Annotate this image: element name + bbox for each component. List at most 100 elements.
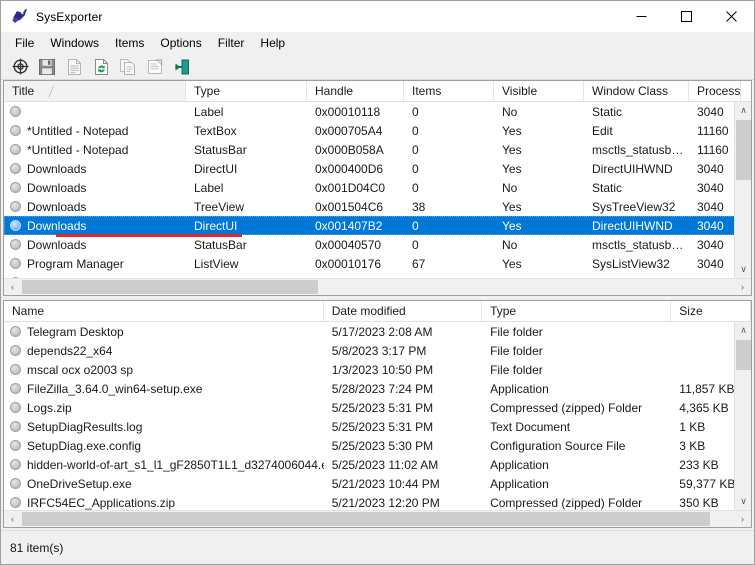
menu-file[interactable]: File xyxy=(7,34,42,53)
list-item[interactable]: SetupDiagResults.log 5/25/2023 5:31 PM T… xyxy=(4,417,751,436)
scroll-up-icon[interactable]: ∧ xyxy=(735,102,751,119)
toolbar xyxy=(1,54,754,80)
cell-date-modified: 5/21/2023 10:44 PM xyxy=(331,476,440,491)
cell-name: depends22_x64 xyxy=(27,343,113,358)
cell-type: StatusBar xyxy=(194,142,247,157)
column-header-process[interactable]: Process xyxy=(689,81,741,101)
list-item[interactable]: IRFC54EC_Applications.zip 5/21/2023 12:2… xyxy=(4,493,751,510)
file-item-icon xyxy=(10,326,21,337)
menu-options[interactable]: Options xyxy=(152,34,209,53)
maximize-button[interactable] xyxy=(664,1,709,32)
table-row[interactable]: *Untitled - Notepad TextBox 0x000705A4 0… xyxy=(4,121,751,140)
file-item-icon xyxy=(10,459,21,470)
cell-item-type: Configuration Source File xyxy=(490,438,626,453)
column-header-handle[interactable]: Handle xyxy=(307,81,404,101)
top-list-horizontal-scrollbar[interactable]: ‹ › xyxy=(4,278,751,295)
column-header-item-type[interactable]: Type xyxy=(482,301,672,321)
menu-filter[interactable]: Filter xyxy=(210,34,253,53)
cell-date-modified: 5/17/2023 2:08 AM xyxy=(331,324,433,339)
save-icon[interactable] xyxy=(36,56,58,78)
column-header-name[interactable]: Name xyxy=(4,301,324,321)
scroll-left-icon[interactable]: ‹ xyxy=(4,279,21,295)
scroll-up-icon[interactable]: ∧ xyxy=(735,322,751,339)
list-item[interactable]: depends22_x64 5/8/2023 3:17 PM File fold… xyxy=(4,341,751,360)
column-header-date-modified[interactable]: Date modified xyxy=(324,301,483,321)
list-item[interactable]: Telegram Desktop 5/17/2023 2:08 AM File … xyxy=(4,322,751,341)
table-row[interactable]: Downloads DirectUI 0x000400D6 0 Yes Dire… xyxy=(4,159,751,178)
cell-type: StatusBar xyxy=(194,237,247,252)
cell-window-class: DirectUIHWND xyxy=(592,218,673,233)
menu-windows[interactable]: Windows xyxy=(42,34,107,53)
cell-handle: 0x00010176 xyxy=(315,256,382,271)
cell-name: IRFC54EC_Applications.zip xyxy=(27,495,176,510)
scroll-right-icon[interactable]: › xyxy=(734,279,751,295)
table-row[interactable]: Downloads StatusBar 0x00040570 0 No msct… xyxy=(4,235,751,254)
cell-date-modified: 5/28/2023 7:24 PM xyxy=(331,381,434,396)
top-list-header: Title ╱ Type Handle Items Visible Window … xyxy=(4,81,751,102)
minimize-button[interactable] xyxy=(619,1,664,32)
cell-visible: Yes xyxy=(502,123,522,138)
list-item[interactable]: Logs.zip 5/25/2023 5:31 PM Compressed (z… xyxy=(4,398,751,417)
close-button[interactable] xyxy=(709,1,754,32)
list-item[interactable]: mscal ocx o2003 sp 1/3/2023 10:50 PM Fil… xyxy=(4,360,751,379)
list-item[interactable]: SetupDiag.exe.config 5/25/2023 5:30 PM C… xyxy=(4,436,751,455)
cell-visible: Yes xyxy=(502,199,522,214)
table-row[interactable]: Label 0x00010118 0 No Static 3040 xyxy=(4,102,751,121)
exit-icon[interactable] xyxy=(171,56,193,78)
column-header-title[interactable]: Title ╱ xyxy=(4,81,186,101)
cell-title: Downloads xyxy=(27,180,87,195)
vertical-scroll-thumb[interactable] xyxy=(736,120,751,180)
cell-date-modified: 5/8/2023 3:17 PM xyxy=(331,343,427,358)
annotation-underline xyxy=(56,234,242,237)
cell-visible: Yes xyxy=(502,142,522,157)
cell-items: 38 xyxy=(412,199,426,214)
list-item[interactable]: hidden-world-of-art_s1_l1_gF2850T1L1_d32… xyxy=(4,455,751,474)
properties-icon[interactable] xyxy=(144,56,166,78)
menu-items[interactable]: Items xyxy=(107,34,152,53)
table-row[interactable]: Program Manager ListView 0x00010176 67 Y… xyxy=(4,254,751,273)
cell-name: hidden-world-of-art_s1_l1_gF2850T1L1_d32… xyxy=(27,457,324,472)
cell-handle: 0x000B058A xyxy=(315,142,384,157)
cell-items: 0 xyxy=(412,218,419,233)
vertical-scroll-thumb[interactable] xyxy=(736,340,751,370)
column-header-items[interactable]: Items xyxy=(404,81,494,101)
scroll-left-icon[interactable]: ‹ xyxy=(4,511,21,527)
file-item-icon xyxy=(10,440,21,451)
top-list-vertical-scrollbar[interactable]: ∧ ∨ xyxy=(734,102,751,278)
menu-help[interactable]: Help xyxy=(252,34,293,53)
list-item[interactable]: FileZilla_3.64.0_win64-setup.exe 5/28/20… xyxy=(4,379,751,398)
bottom-list-horizontal-scrollbar[interactable]: ‹ › xyxy=(4,510,751,527)
cell-type: Label xyxy=(194,104,224,119)
sort-indicator-icon: ╱ xyxy=(48,87,54,98)
column-header-type[interactable]: Type xyxy=(186,81,307,101)
copy-icon[interactable] xyxy=(117,56,139,78)
scroll-down-icon[interactable]: ∨ xyxy=(735,261,751,278)
target-refresh-icon[interactable] xyxy=(9,56,31,78)
cell-handle: 0x00040570 xyxy=(315,237,382,252)
table-row-selected[interactable]: Downloads DirectUI 0x001407B2 0 Yes Dire… xyxy=(4,216,751,235)
window-item-icon xyxy=(10,201,21,212)
column-header-size[interactable]: Size xyxy=(671,301,751,321)
table-row[interactable]: *Untitled - Notepad StatusBar 0x000B058A… xyxy=(4,140,751,159)
bottom-list-rows[interactable]: Telegram Desktop 5/17/2023 2:08 AM File … xyxy=(4,322,751,510)
top-list-rows[interactable]: Label 0x00010118 0 No Static 3040 *Untit… xyxy=(4,102,751,278)
bottom-list-vertical-scrollbar[interactable]: ∧ ∨ xyxy=(734,322,751,510)
cell-items: 0 xyxy=(412,161,419,176)
scroll-right-icon[interactable]: › xyxy=(734,511,751,527)
window-item-icon xyxy=(10,239,21,250)
table-row[interactable]: Downloads TreeView 0x001504C6 38 Yes Sys… xyxy=(4,197,751,216)
horizontal-scroll-thumb[interactable] xyxy=(22,512,710,526)
scroll-down-icon[interactable]: ∨ xyxy=(735,493,751,510)
column-header-visible[interactable]: Visible xyxy=(494,81,584,101)
cell-window-class: SysListView32 xyxy=(592,256,670,271)
cell-date-modified: 5/25/2023 5:31 PM xyxy=(331,419,434,434)
cell-date-modified: 5/25/2023 5:30 PM xyxy=(331,438,434,453)
horizontal-scroll-thumb[interactable] xyxy=(22,280,318,294)
properties-document-icon[interactable] xyxy=(63,56,85,78)
column-header-window-class[interactable]: Window Class xyxy=(584,81,689,101)
cell-title: Downloads xyxy=(27,237,87,252)
file-item-icon xyxy=(10,345,21,356)
table-row[interactable]: Downloads Label 0x001D04C0 0 No Static 3… xyxy=(4,178,751,197)
refresh-icon[interactable] xyxy=(90,56,112,78)
list-item[interactable]: OneDriveSetup.exe 5/21/2023 10:44 PM App… xyxy=(4,474,751,493)
